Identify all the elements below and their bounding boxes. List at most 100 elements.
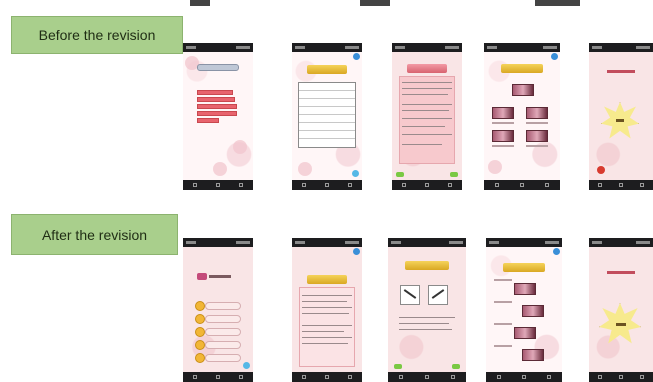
- menu-icon-materi[interactable]: [195, 327, 205, 337]
- score-value: [616, 323, 626, 326]
- video-thumbnail[interactable]: [526, 130, 548, 142]
- content-card: [299, 287, 355, 367]
- android-nav-bar: [484, 180, 560, 190]
- blossom-decoration: [298, 162, 312, 176]
- status-bar: [589, 238, 653, 247]
- status-bar: [292, 238, 362, 247]
- menu-icon-kd[interactable]: [195, 301, 205, 311]
- score-title: [607, 271, 635, 274]
- menu-item-petunjuk[interactable]: [197, 97, 235, 102]
- title-banner: [405, 261, 449, 270]
- score-title: [607, 70, 635, 73]
- after-phone-latihan: [388, 238, 466, 382]
- score-screen: [589, 52, 653, 180]
- title-banner: [307, 275, 347, 284]
- materi-screen: [392, 52, 462, 180]
- content-card: [399, 76, 455, 164]
- menu-item-video[interactable]: [205, 341, 241, 349]
- video-thumbnail[interactable]: [522, 349, 544, 361]
- before-phone-materi: [392, 43, 462, 190]
- menu-item-materi[interactable]: [205, 328, 241, 336]
- before-phone-score: [589, 43, 653, 190]
- menu-item-kuis[interactable]: [205, 354, 241, 362]
- exit-button[interactable]: [597, 166, 605, 174]
- video-thumbnail[interactable]: [514, 283, 536, 295]
- after-phone-score: [589, 238, 653, 382]
- android-nav-bar: [292, 372, 362, 382]
- status-bar: [486, 238, 562, 247]
- blossom-decoration: [213, 162, 227, 176]
- info-icon[interactable]: [551, 53, 558, 60]
- cropped-caption-fragment: [190, 0, 210, 6]
- latihan-screen: [388, 247, 466, 372]
- competency-table: [297, 82, 357, 148]
- video-thumbnail[interactable]: [512, 84, 534, 96]
- title-banner: [500, 64, 544, 73]
- home-icon[interactable]: [352, 170, 359, 177]
- info-icon[interactable]: [353, 53, 360, 60]
- android-nav-bar: [392, 180, 462, 190]
- menu-icon-kuis[interactable]: [195, 353, 205, 363]
- video-thumbnail[interactable]: [514, 327, 536, 339]
- before-phone-menu: [183, 43, 253, 190]
- after-phone-kompetensi: [292, 238, 362, 382]
- back-arrow-icon[interactable]: [396, 172, 404, 177]
- menu-header-logo: [197, 273, 207, 280]
- before-phone-video: [484, 43, 560, 190]
- title-banner: [407, 64, 447, 73]
- menu-screen: [183, 52, 253, 180]
- android-nav-bar: [486, 372, 562, 382]
- android-nav-bar: [183, 372, 253, 382]
- after-phone-menu: [183, 238, 253, 382]
- android-nav-bar: [292, 180, 362, 190]
- status-bar: [292, 43, 362, 52]
- blossom-decoration: [233, 140, 247, 154]
- menu-item-kd[interactable]: [205, 302, 241, 310]
- menu-item-petunjuk[interactable]: [205, 315, 241, 323]
- kompetensi-screen: [292, 247, 362, 372]
- info-icon[interactable]: [353, 248, 360, 255]
- menu-item-kd[interactable]: [197, 90, 233, 95]
- menu-item-kuis[interactable]: [197, 118, 219, 123]
- android-nav-bar: [183, 180, 253, 190]
- info-icon[interactable]: [553, 248, 560, 255]
- menu-item-video[interactable]: [197, 111, 237, 116]
- before-phone-kompetensi: [292, 43, 362, 190]
- score-value: [616, 119, 624, 122]
- status-bar: [589, 43, 653, 52]
- video-screen: [486, 247, 562, 372]
- video-thumbnail[interactable]: [522, 305, 544, 317]
- back-arrow-icon[interactable]: [394, 364, 402, 369]
- menu-item-materi[interactable]: [197, 104, 237, 109]
- status-bar: [388, 238, 466, 247]
- cropped-caption-fragment: [535, 0, 580, 6]
- cropped-caption-fragment: [360, 0, 390, 6]
- kompetensi-screen: [292, 52, 362, 180]
- android-nav-bar: [388, 372, 466, 382]
- video-thumbnail[interactable]: [526, 107, 548, 119]
- title-banner: [502, 263, 546, 272]
- menu-screen: [183, 247, 253, 372]
- before-revision-label: Before the revision: [11, 16, 183, 54]
- title-banner: [307, 65, 347, 74]
- score-screen: [589, 247, 653, 372]
- menu-icon-video[interactable]: [195, 340, 205, 350]
- help-icon[interactable]: [243, 362, 250, 369]
- status-bar: [392, 43, 462, 52]
- video-screen: [484, 52, 560, 180]
- next-arrow-icon[interactable]: [450, 172, 458, 177]
- android-nav-bar: [589, 180, 653, 190]
- menu-header-logo: [197, 64, 239, 71]
- video-thumbnail[interactable]: [492, 130, 514, 142]
- status-bar: [183, 238, 253, 247]
- android-nav-bar: [589, 372, 653, 382]
- menu-header-text: [209, 275, 231, 278]
- after-revision-label: After the revision: [11, 214, 178, 255]
- video-thumbnail[interactable]: [492, 107, 514, 119]
- after-phone-video: [486, 238, 562, 382]
- blossom-decoration: [488, 160, 502, 174]
- status-bar: [484, 43, 560, 52]
- next-arrow-icon[interactable]: [452, 364, 460, 369]
- status-bar: [183, 43, 253, 52]
- menu-icon-petunjuk[interactable]: [195, 314, 205, 324]
